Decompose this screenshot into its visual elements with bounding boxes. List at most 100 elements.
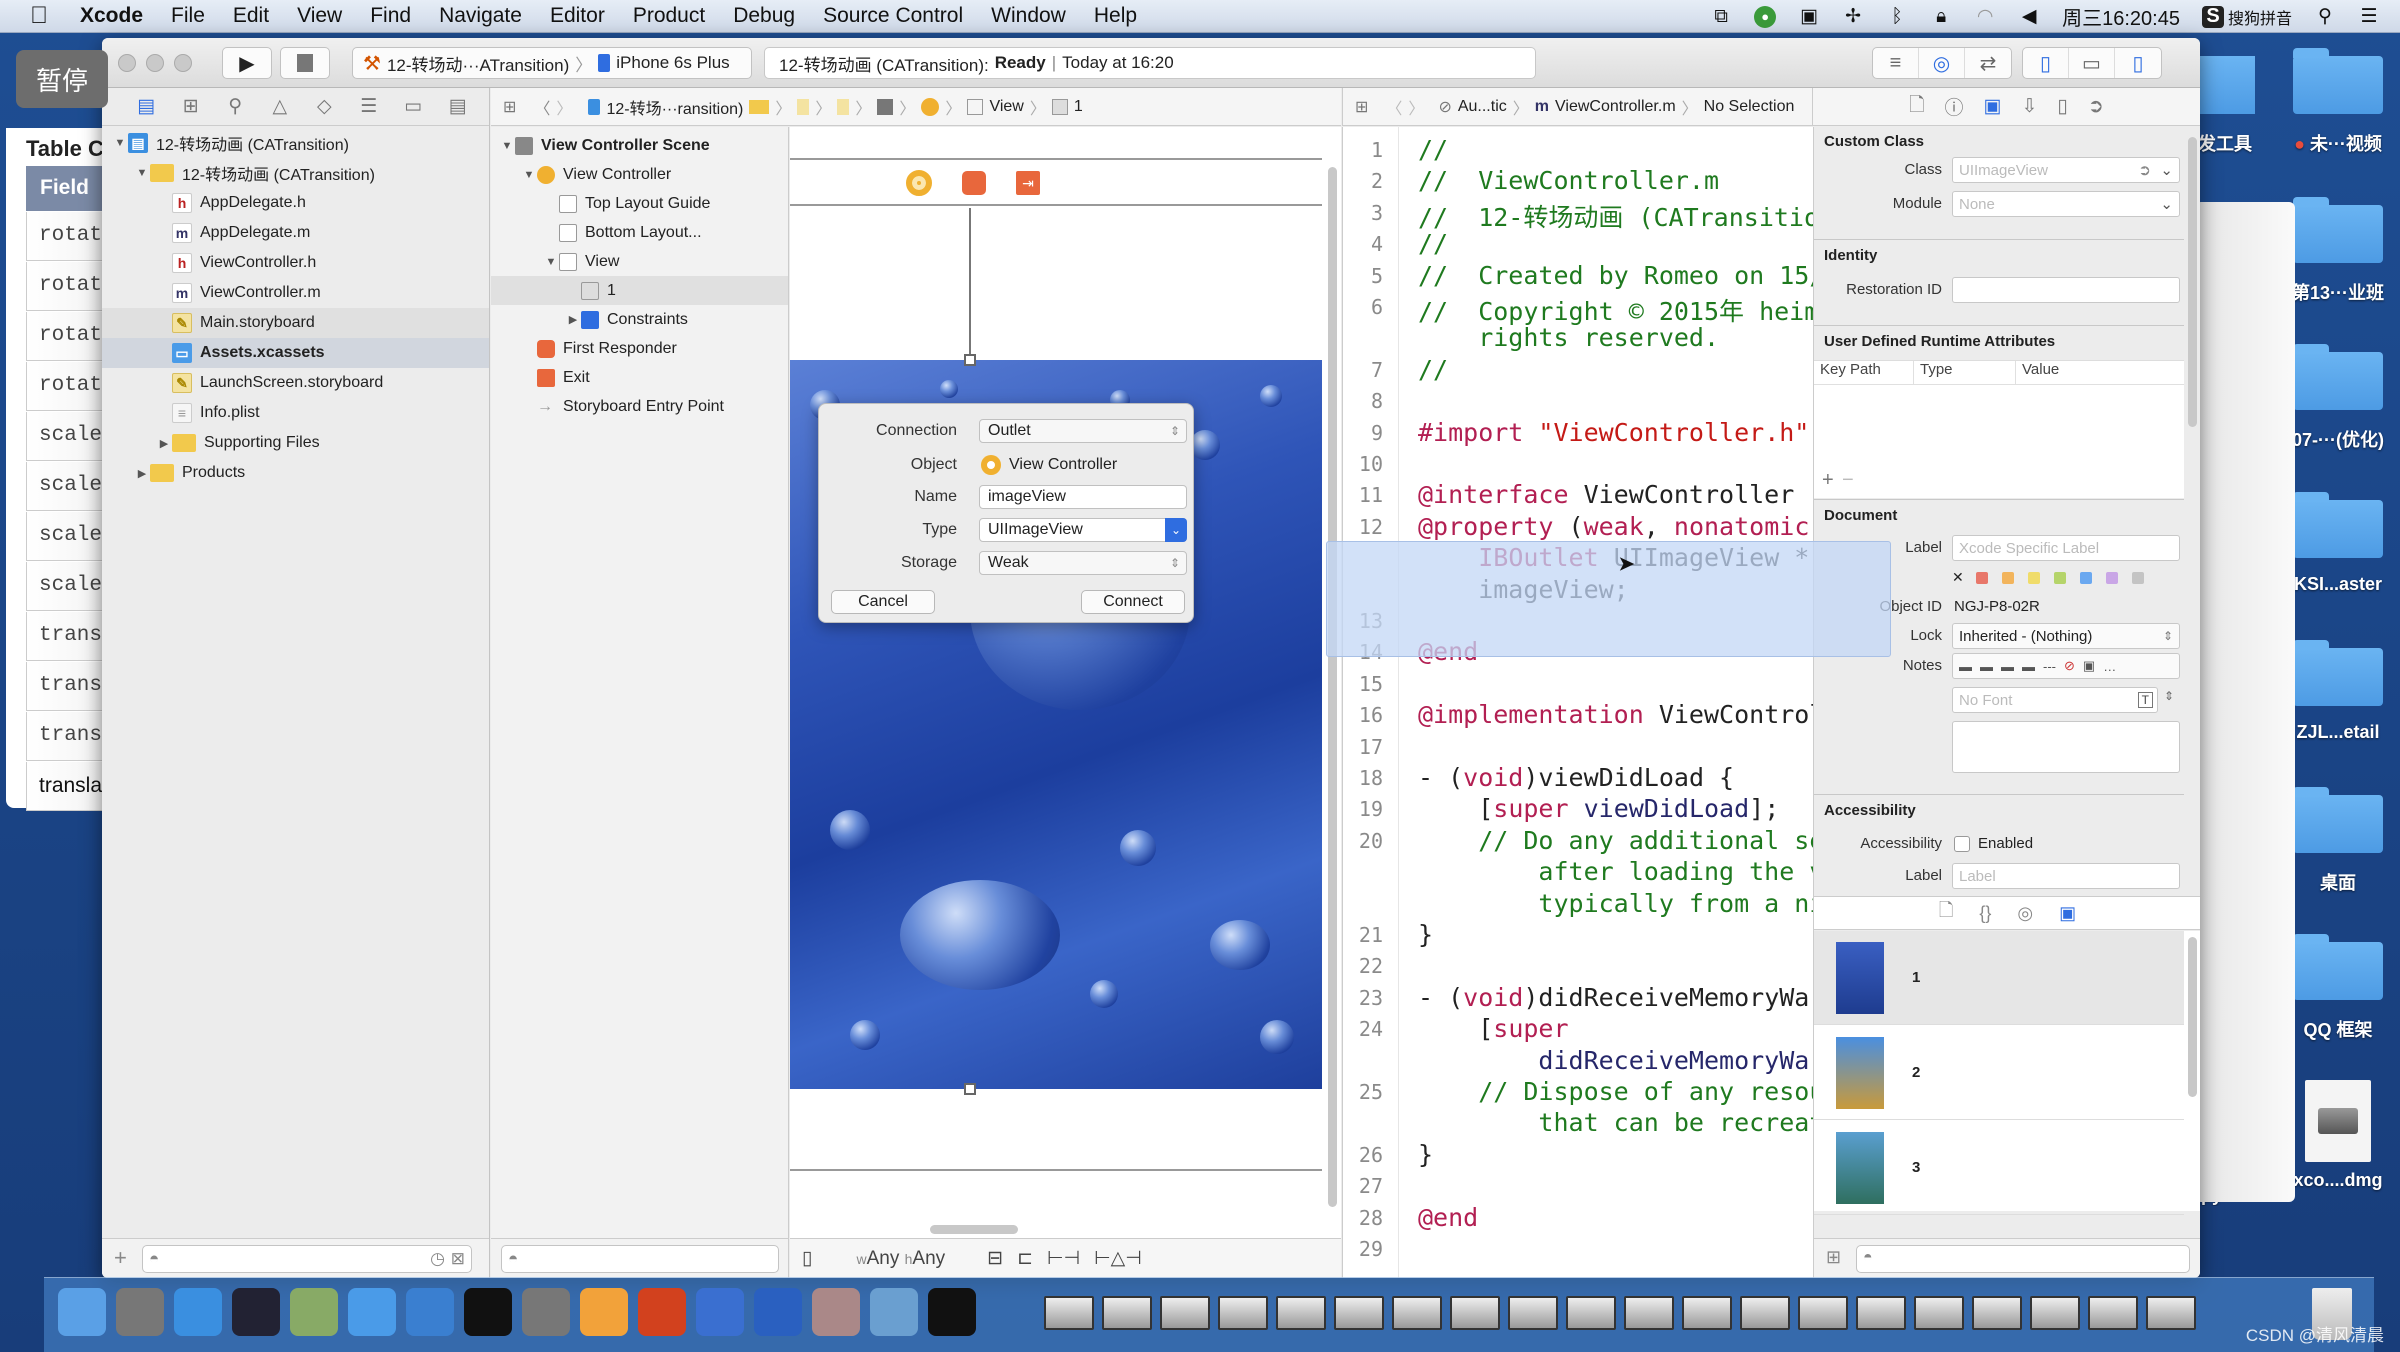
type-combo[interactable]: UIImageView ⌄ [979,518,1187,542]
outline-item[interactable]: Bottom Layout... [491,218,788,247]
connect-button[interactable]: Connect [1081,590,1185,614]
wand-icon[interactable]: ✢ [1842,6,1864,28]
attributes-inspector-icon[interactable]: ⇩ [2021,95,2037,118]
zoom-window-button[interactable] [174,54,192,72]
issue-navigator-icon[interactable]: △ [258,95,303,118]
font-input[interactable]: No Font T [1952,687,2158,713]
pin-icon[interactable]: ⊢⊣ [1047,1247,1080,1270]
file-tree-item[interactable]: ▭ Assets.xcassets [102,338,489,368]
menu-file[interactable]: File [171,4,205,28]
menu-help[interactable]: Help [1094,4,1137,28]
color-swatch-blue[interactable] [2079,571,2092,584]
library-item[interactable]: 1 [1814,931,2184,1025]
dock-minimized-window[interactable] [1218,1296,1268,1330]
menu-edit[interactable]: Edit [233,4,269,28]
go-to-class-icon[interactable]: ➲ [2138,161,2151,179]
file-tree-item[interactable]: ✎ Main.storyboard [102,308,489,338]
remove-attribute-button[interactable]: − [1842,469,1854,492]
disclosure-collapsed-icon[interactable]: ▶ [565,313,581,326]
desktop-icon[interactable]: 桌面 [2288,787,2388,895]
dock-minimized-window[interactable] [2146,1296,2196,1330]
outlet-name-input[interactable]: imageView [979,485,1187,509]
menu-view[interactable]: View [297,4,342,28]
color-swatch-orange[interactable] [2001,571,2014,584]
debug-navigator-icon[interactable]: ☰ [347,95,392,118]
dock-app-finder-icon[interactable] [58,1288,106,1336]
run-button[interactable]: ▶ [222,47,272,79]
scheme-selector[interactable]: ⚒ 12-转场动···ATransition) 〉 iPhone 6s Plus [352,47,752,79]
desktop-icon[interactable]: ZJL...etail [2288,640,2388,743]
dock-minimized-window[interactable] [1450,1296,1500,1330]
report-navigator-icon[interactable]: ▤ [436,95,481,118]
desktop-icon[interactable]: xco....dmg [2288,1080,2388,1191]
dock-app-system-preferences-icon[interactable] [522,1288,570,1336]
volume-icon[interactable]: ◀ [2018,6,2040,28]
view-controller-icon[interactable] [906,170,932,196]
spotlight-search-icon[interactable]: ⚲ [2314,6,2336,28]
file-tree-item[interactable]: ▼ ▤ 12-转场动画 (CATransition) [102,128,489,158]
jump-scene-icon[interactable] [877,98,894,115]
breakpoint-navigator-icon[interactable]: ▭ [391,95,436,118]
toggle-debug-area-icon[interactable]: ▭ [2069,48,2115,78]
cancel-button[interactable]: Cancel [831,590,935,614]
column-key-path[interactable]: Key Path [1814,361,1914,384]
exit-icon[interactable]: ⇥ [1016,171,1040,195]
dock-minimized-window[interactable] [1914,1296,1964,1330]
grid-view-icon[interactable]: ⊞ [1826,1247,1841,1268]
dock-minimized-window[interactable] [1508,1296,1558,1330]
column-type[interactable]: Type [1914,361,2016,384]
outline-item[interactable]: Top Layout Guide [491,189,788,218]
device-name[interactable]: iPhone 6s Plus [616,53,729,73]
menu-debug[interactable]: Debug [733,4,795,28]
justify-icon[interactable]: ▬ [2022,659,2035,674]
dock-app-sketch-icon[interactable] [580,1288,628,1336]
chevron-down-icon[interactable]: ⌄ [2160,161,2173,179]
color-swatch-red[interactable] [1975,571,1988,584]
resolve-autolayout-icon[interactable]: ⊢△⊣ [1094,1247,1142,1270]
restoration-id-input[interactable] [1952,277,2180,303]
font-size-stepper[interactable]: ⇕ [2164,689,2174,703]
dock-app-simulator-icon[interactable] [406,1288,454,1336]
dock-app-launchpad-icon[interactable] [116,1288,164,1336]
jump-storyboard-icon[interactable] [797,98,810,115]
scheme-name[interactable]: 12-转场动···ATransition) [387,51,569,76]
lock-select[interactable]: Inherited - (Nothing) ⇕ [1952,623,2180,649]
wifi-icon[interactable]: ◠ [1974,6,1996,28]
separator-icon[interactable]: --- [2043,659,2056,674]
dock-app-xcode-icon[interactable] [348,1288,396,1336]
related-items-icon[interactable]: ⊞ [503,97,516,117]
align-icon[interactable]: ⊏ [1017,1247,1033,1270]
assistant-selection[interactable]: No Selection [1704,98,1795,116]
outline-item[interactable]: Exit [491,363,788,392]
dock-minimized-window[interactable] [1334,1296,1384,1330]
back-button[interactable]: 〈 [1386,95,1402,119]
outline-item[interactable]: ▼ View [491,247,788,276]
code-snippet-library-icon[interactable]: {} [1979,903,1991,924]
dock-app-safari-icon[interactable] [174,1288,222,1336]
no-color-icon[interactable]: ⊘ [2064,658,2075,674]
stack-icon[interactable]: ⊟ [987,1247,1003,1270]
dock-minimized-window[interactable] [2030,1296,2080,1330]
color-swatch-yellow[interactable] [2027,571,2040,584]
source-control-filter-icon[interactable]: ⊠ [451,1249,465,1269]
dock-app-preview-icon[interactable] [870,1288,918,1336]
assistant-editor-icon[interactable]: ◎ [1919,48,1965,78]
dock-minimized-window[interactable] [1798,1296,1848,1330]
dock-app-quicktime-icon[interactable] [696,1288,744,1336]
file-tree-item[interactable]: h ViewController.h [102,248,489,278]
stop-button[interactable] [280,47,330,79]
desktop-icon[interactable]: 第13···业班 [2288,197,2388,305]
toggle-navigator-icon[interactable]: ▯ [2023,48,2069,78]
file-inspector-icon[interactable]: 🗋︎ [1909,91,1924,123]
dock-minimized-window[interactable] [1856,1296,1906,1330]
dock-app-photo-booth-icon[interactable] [290,1288,338,1336]
recent-files-icon[interactable]: ◷ [430,1249,445,1269]
dock-app-powerpoint-icon[interactable] [638,1288,686,1336]
apple-menu-icon[interactable]:  [30,2,64,30]
align-left-icon[interactable]: ▬ [1959,659,1972,674]
menu-product[interactable]: Product [633,4,705,28]
object-library-icon[interactable]: ◎ [2017,903,2033,924]
project-navigator-icon[interactable]: ▤ [124,95,169,118]
outline-item[interactable]: → Storyboard Entry Point [491,392,788,421]
disclosure-expanded-icon[interactable]: ▼ [543,256,559,268]
